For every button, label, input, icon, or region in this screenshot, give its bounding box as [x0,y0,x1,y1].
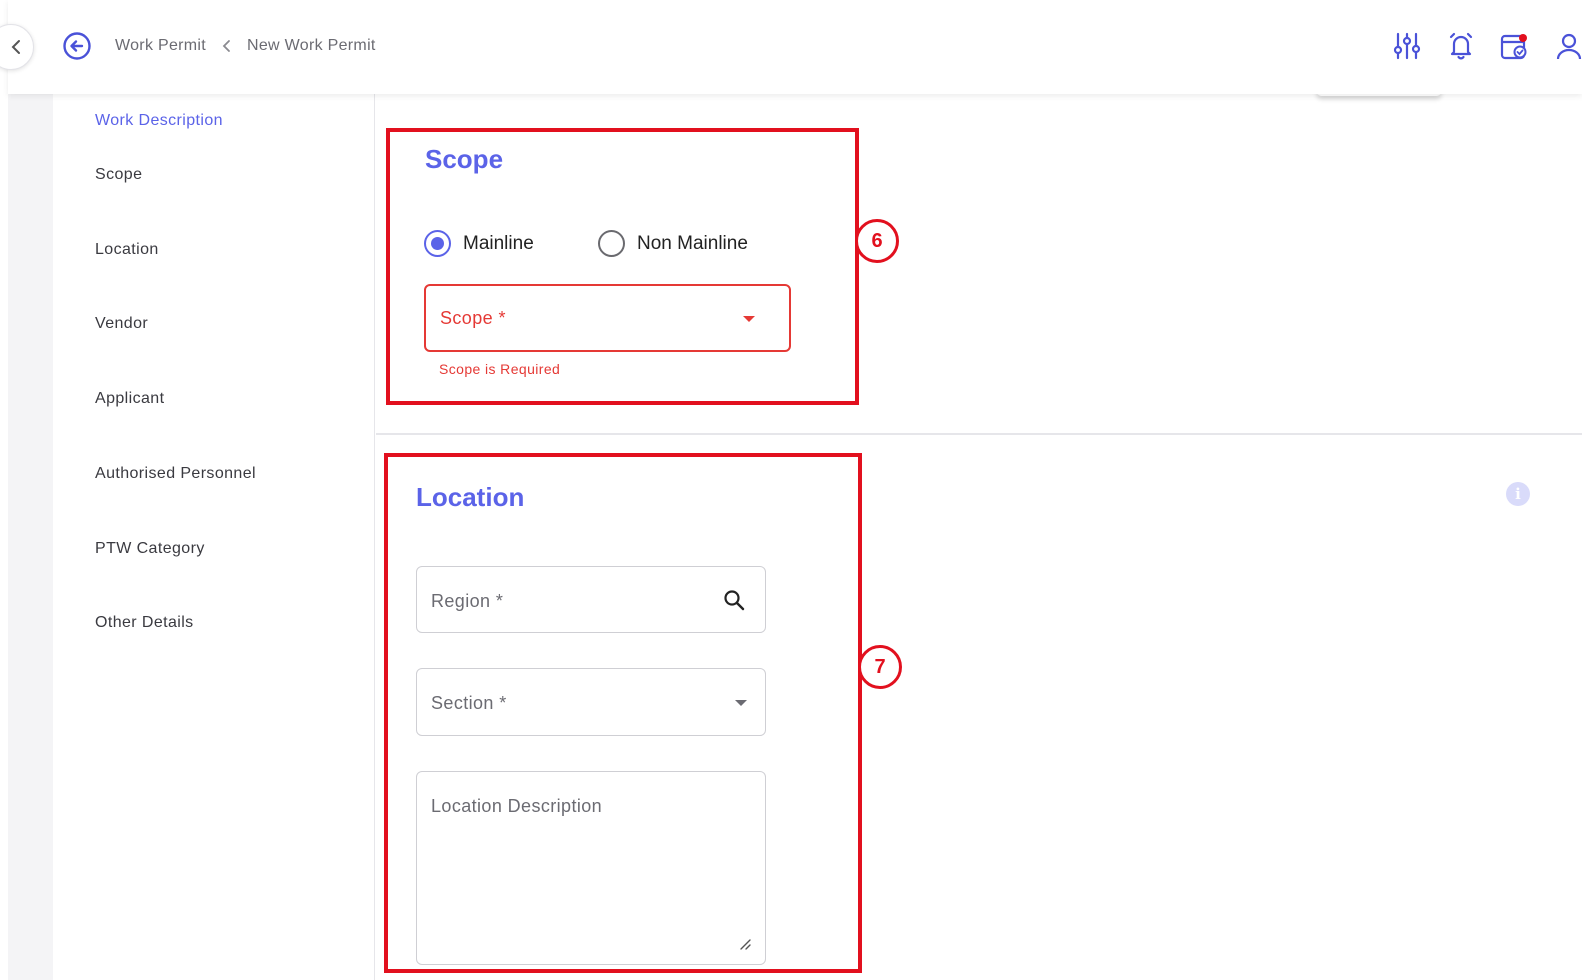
breadcrumb-new-work-permit: New Work Permit [247,37,376,54]
nav-item-vendor[interactable]: Vendor [95,315,148,333]
user-icon[interactable] [1554,31,1582,61]
nav-item-ptw-category[interactable]: PTW Category [95,540,205,558]
section-nav: Work Description Scope Location Vendor A… [53,94,375,980]
annotation-box-location [384,453,862,973]
chevron-left-icon [11,40,20,54]
top-header: Work Permit New Work Permit [0,0,1582,94]
calendar-check-icon[interactable] [1499,31,1529,61]
back-arrow-icon[interactable] [62,31,92,61]
nav-item-other-details[interactable]: Other Details [95,614,194,632]
nav-item-location[interactable]: Location [95,241,159,259]
sidebar-rail [8,94,53,980]
filter-sliders-icon[interactable] [1392,31,1422,61]
left-edge [0,0,8,980]
info-icon[interactable]: i [1506,482,1530,506]
bell-icon[interactable] [1446,31,1476,61]
collapse-sidebar-button[interactable] [0,24,34,70]
nav-item-authorised-personnel[interactable]: Authorised Personnel [95,465,256,483]
annotation-marker-scope: 6 [855,219,899,263]
nav-item-scope[interactable]: Scope [95,166,142,184]
chevron-right-separator-icon [222,40,230,52]
annotation-marker-location: 7 [858,645,902,689]
section-divider [376,433,1582,435]
annotation-box-scope [386,128,859,405]
nav-item-applicant[interactable]: Applicant [95,390,164,408]
breadcrumb-work-permit[interactable]: Work Permit [115,37,206,55]
nav-item-work-description[interactable]: Work Description [95,112,223,130]
